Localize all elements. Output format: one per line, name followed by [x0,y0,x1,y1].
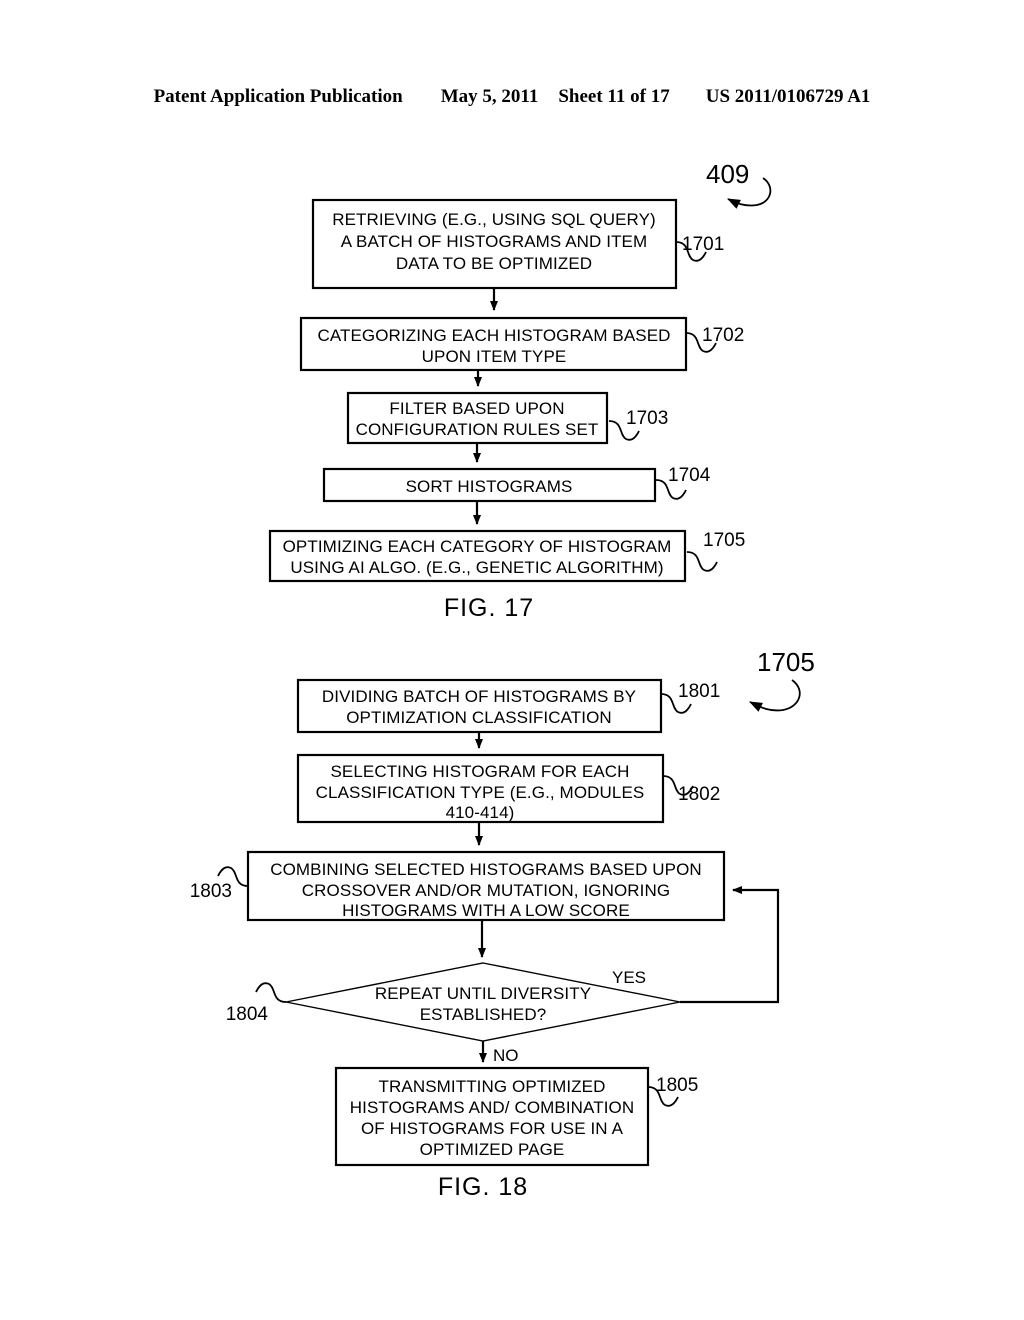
fig17-node-1701-line-3: DATA TO BE OPTIMIZED [396,254,592,273]
fig17-ref-1701: 1701 [682,234,724,255]
fig18-ref-1801: 1801 [678,681,720,702]
fig18-ref-1803: 1803 [190,881,232,902]
fig18-ref-1805: 1805 [656,1075,698,1096]
fig18-ref-1802: 1802 [678,784,720,805]
fig17-node-1701-line-1: RETRIEVING (E.G., USING SQL QUERY) [332,210,656,229]
fig18-node-1803-line-1: COMBINING SELECTED HISTOGRAMS BASED UPON [270,860,702,879]
fig18-ref-1804: 1804 [226,1004,269,1025]
fig18-branch-yes-label: YES [612,968,646,987]
fig17-node-1702-line-1: CATEGORIZING EACH HISTOGRAM BASED [317,326,670,345]
fig17-ref-1704: 1704 [668,465,711,486]
fig17-node-1701-line-2: A BATCH OF HISTOGRAMS AND ITEM [341,232,648,251]
fig17-ref-1705-leader [686,551,718,572]
fig17-node-1702-line-2: UPON ITEM TYPE [422,347,567,366]
fig17-node-1704-line-1: SORT HISTOGRAMS [406,477,573,496]
fig18-node-1804-line-1: REPEAT UNTIL DIVERSITY [375,984,591,1003]
flowchart-canvas: 409 RETRIEVING (E.G., USING SQL QUERY) A… [190,159,815,1201]
fig18-node-1802-line-2: CLASSIFICATION TYPE (E.G., MODULES [316,783,645,802]
fig18-node-1804-line-2: ESTABLISHED? [420,1005,547,1024]
fig18-ref-1804-leader [255,982,287,1003]
fig17-node-1705-line-1: OPTIMIZING EACH CATEGORY OF HISTOGRAM [283,537,672,556]
fig18-node-1803-line-3: HISTOGRAMS WITH A LOW SCORE [342,901,630,920]
fig17-node-1705-line-2: USING AI ALGO. (E.G., GENETIC ALGORITHM) [290,558,663,577]
fig18-node-1805-line-2: HISTOGRAMS AND/ COMBINATION [350,1098,635,1117]
fig18-node-1802-line-3: 410-414) [446,803,515,822]
fig18-node-1801-line-2: OPTIMIZATION CLASSIFICATION [346,708,612,727]
fig18-node-1805-line-3: OF HISTOGRAMS FOR USE IN A [361,1119,624,1138]
fig18-node-1803-line-2: CROSSOVER AND/OR MUTATION, IGNORING [302,881,670,900]
fig17-ref-1705: 1705 [703,530,745,551]
fig17-ref-1702: 1702 [702,325,744,346]
fig18-branch-no-label: NO [493,1046,519,1065]
fig17-top-reference: 409 [706,159,749,189]
fig18-top-reference-leader [749,679,801,712]
fig18-node-1805-line-4: OPTIMIZED PAGE [420,1140,565,1159]
fig17-caption: FIG. 17 [444,594,534,622]
fig17-node-1703-line-2: CONFIGURATION RULES SET [356,420,599,439]
fig18-node-1802-line-1: SELECTING HISTOGRAM FOR EACH [330,762,629,781]
fig17-ref-1703: 1703 [626,408,668,429]
patent-drawing-page: Patent Application Publication May 5, 201… [0,0,1024,1320]
fig18-node-1805-line-1: TRANSMITTING OPTIMIZED [379,1077,606,1096]
fig18-node-1801-line-1: DIVIDING BATCH OF HISTOGRAMS BY [322,687,636,706]
fig17-node-1703-line-1: FILTER BASED UPON [389,399,564,418]
fig18-caption: FIG. 18 [438,1173,528,1201]
fig18-top-reference: 1705 [757,647,815,677]
